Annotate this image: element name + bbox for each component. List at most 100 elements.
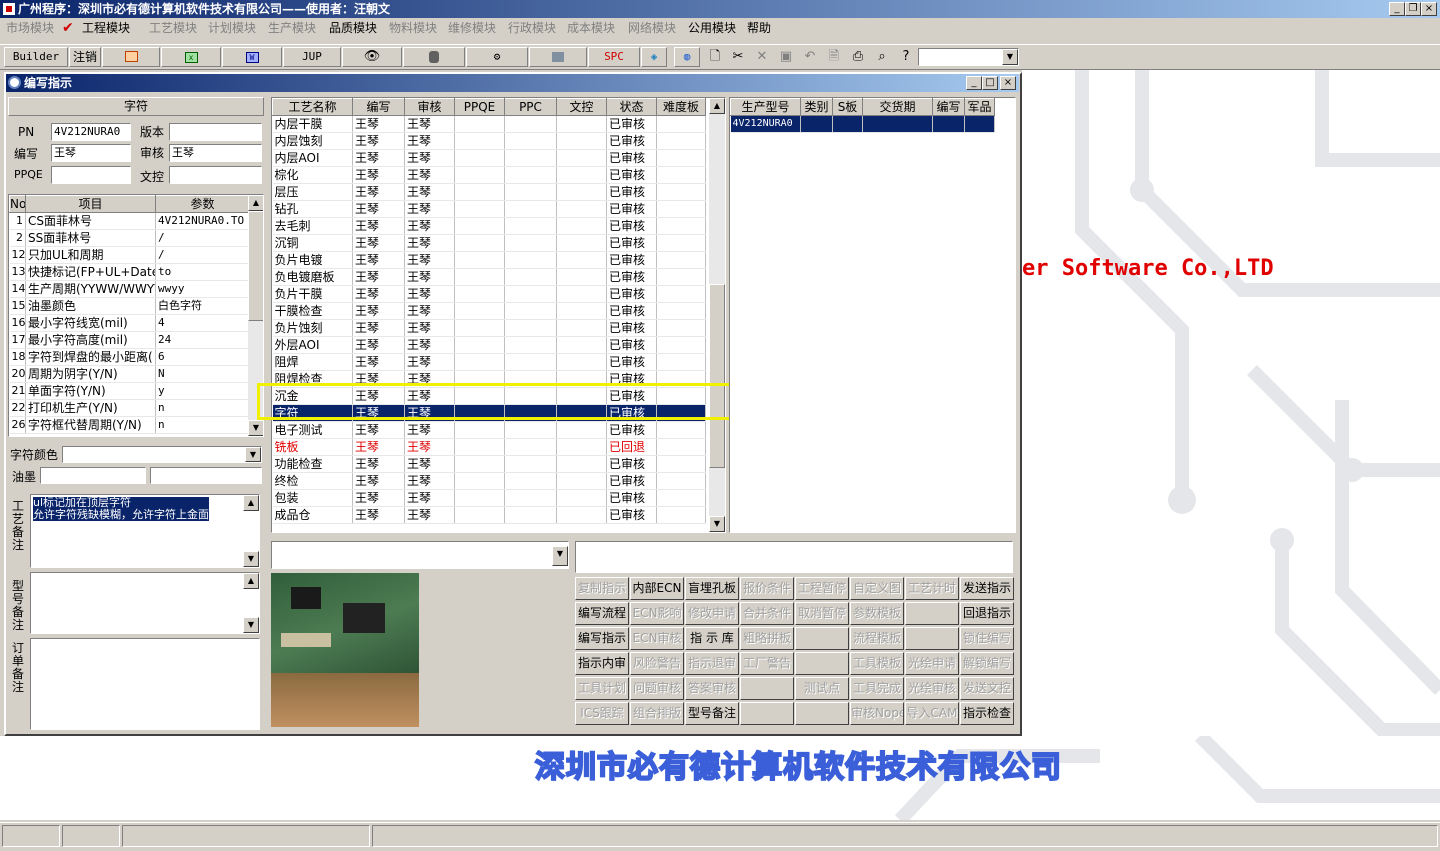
table-row[interactable]: 18 字符到焊盘的最小距离(6 <box>9 348 250 366</box>
doc-control-field[interactable] <box>169 166 262 184</box>
menu-item-9[interactable]: 成本模块 <box>567 18 615 38</box>
action-button-0-5[interactable]: 自定义图 <box>850 577 904 600</box>
note-scroll-up-icon[interactable]: ▲ <box>243 495 259 511</box>
table-row[interactable]: 包装 王琴 王琴 已审核 <box>272 489 706 507</box>
child-minimize-icon[interactable]: _ <box>966 76 982 90</box>
table-row[interactable]: 成品仓 王琴 王琴 已审核 <box>272 506 706 524</box>
params-grid[interactable]: No 项目 参数 1 CS面菲林号 4V212NURA0.TO 2 SS面菲林号/12 只加U… <box>8 194 264 437</box>
action-button-3-5[interactable]: 工具模板 <box>850 652 904 675</box>
action-button-1-1[interactable]: ECN影响 <box>630 602 684 625</box>
models-header-2[interactable]: S板 <box>832 98 863 116</box>
steps-header-1[interactable]: 编写 <box>352 98 405 116</box>
action-button-1-5[interactable]: 参数模板 <box>850 602 904 625</box>
print-server-button[interactable] <box>529 47 587 67</box>
models-header-4[interactable]: 编写 <box>932 98 965 116</box>
action-button-3-4[interactable] <box>795 652 849 675</box>
models-header-5[interactable]: 军品 <box>964 98 995 116</box>
action-button-0-6[interactable]: 工艺计时 <box>905 577 959 600</box>
table-row[interactable]: 15 油墨颜色 白色字符 <box>9 297 250 315</box>
action-button-0-2[interactable]: 盲埋孔板 <box>685 577 739 600</box>
table-row[interactable]: 26 字符框代替周期(Y/N) n <box>9 416 250 434</box>
table-row[interactable]: 钻孔 王琴 王琴 已审核 <box>272 200 706 218</box>
bottom-combo-dropdown-icon[interactable]: ▼ <box>552 546 568 566</box>
help-icon[interactable]: ? <box>897 48 915 66</box>
save-icon[interactable]: ▣ <box>777 48 795 66</box>
action-button-2-0[interactable]: 编写指示 <box>575 627 629 650</box>
steps-header-5[interactable]: 文控 <box>556 98 607 116</box>
menu-item-7[interactable]: 维修模块 <box>448 18 496 38</box>
table-row[interactable]: 内层蚀刻 王琴 王琴 已审核 <box>272 132 706 150</box>
action-button-2-2[interactable]: 指 示 库 <box>685 627 739 650</box>
combo-dropdown-icon[interactable]: ▼ <box>1002 49 1018 65</box>
menu-item-2[interactable]: 工艺模块 <box>149 18 197 38</box>
action-button-3-6[interactable]: 光绘申请 <box>905 652 959 675</box>
menu-item-11[interactable]: 公用模块 <box>688 18 736 38</box>
process-note-textarea[interactable]: ul标记加在顶层字符 允许字符残缺模糊，允许字符上金面 ▲ ▼ <box>30 494 260 568</box>
action-button-0-7[interactable]: 发送指示 <box>960 577 1014 600</box>
steps-header-0[interactable]: 工艺名称 <box>272 98 353 116</box>
models-header-0[interactable]: 生产型号 <box>730 98 801 116</box>
table-row[interactable]: 层压 王琴 王琴 已审核 <box>272 183 706 201</box>
action-button-3-0[interactable]: 指示内审 <box>575 652 629 675</box>
action-button-2-4[interactable] <box>795 627 849 650</box>
builder-button[interactable]: Builder <box>4 47 68 67</box>
info-field[interactable] <box>575 541 1013 573</box>
scroll-thumb[interactable] <box>248 211 263 321</box>
action-button-2-5[interactable]: 流程模板 <box>850 627 904 650</box>
action-button-0-1[interactable]: 内部ECN <box>630 577 684 600</box>
table-row[interactable]: 负片蚀刻 王琴 王琴 已审核 <box>272 319 706 337</box>
menu-item-12[interactable]: 帮助 <box>747 18 771 38</box>
action-button-4-4[interactable]: 测试点 <box>795 677 849 700</box>
spc-button[interactable]: SPC <box>588 47 640 67</box>
table-row[interactable]: 负片干膜 王琴 王琴 已审核 <box>272 285 706 303</box>
action-button-3-1[interactable]: 风险警告 <box>630 652 684 675</box>
table-row[interactable]: 去毛刺 王琴 王琴 已审核 <box>272 217 706 235</box>
model-scroll-down-icon[interactable]: ▼ <box>243 617 259 633</box>
action-button-4-2[interactable]: 答案审核 <box>685 677 739 700</box>
child-close-icon[interactable]: × <box>1000 76 1016 90</box>
steps-header-3[interactable]: PPQE <box>454 98 505 116</box>
table-row[interactable]: 内层AOI 王琴 王琴 已审核 <box>272 149 706 167</box>
action-button-0-4[interactable]: 工程暂停 <box>795 577 849 600</box>
model-scroll-up-icon[interactable]: ▲ <box>243 573 259 589</box>
action-button-2-3[interactable]: 粗略拼板 <box>740 627 794 650</box>
table-row[interactable]: 沉铜 王琴 王琴 已审核 <box>272 234 706 252</box>
ppqe-field[interactable] <box>51 166 131 184</box>
menu-item-10[interactable]: 网络模块 <box>628 18 676 38</box>
child-maximize-icon[interactable]: □ <box>982 76 998 90</box>
action-button-0-3[interactable]: 报价条件 <box>740 577 794 600</box>
steps-scroll-up-icon[interactable]: ▲ <box>709 98 725 114</box>
params-header-0[interactable]: No <box>9 195 26 213</box>
eye-button[interactable]: 👁 <box>342 47 402 67</box>
action-button-4-5[interactable]: 工具完成 <box>850 677 904 700</box>
steps-header-4[interactable]: PPC <box>504 98 557 116</box>
note-scroll-down-icon[interactable]: ▼ <box>243 551 259 567</box>
table-row[interactable]: 13快捷标记(FP+UL+DateCoto <box>9 263 250 281</box>
word-button[interactable]: W <box>222 47 282 67</box>
bottom-combo[interactable] <box>271 541 569 569</box>
action-button-1-3[interactable]: 合并条件 <box>740 602 794 625</box>
models-header-1[interactable]: 类别 <box>800 98 833 116</box>
action-button-2-6[interactable] <box>905 627 959 650</box>
pn-field[interactable]: 4V212NURA0 <box>51 123 131 141</box>
table-row[interactable]: 功能检查 王琴 王琴 已审核 <box>272 455 706 473</box>
table-row[interactable]: 干膜检查 王琴 王琴 已审核 <box>272 302 706 320</box>
model-note-textarea[interactable]: ▲ ▼ <box>30 572 260 634</box>
menu-item-4[interactable]: 生产模块 <box>268 18 316 38</box>
menu-item-3[interactable]: 计划模块 <box>208 18 256 38</box>
table-row[interactable]: 1 CS面菲林号 4V212NURA0.TO <box>9 212 250 230</box>
action-button-0-0[interactable]: 复制指示 <box>575 577 629 600</box>
table-row[interactable]: 负电镀磨板 王琴 王琴 已审核 <box>272 268 706 286</box>
table-row[interactable]: 20 周期为阴字(Y/N) N <box>9 365 250 383</box>
preview-icon[interactable]: 🗎 <box>825 48 843 66</box>
close-icon[interactable]: × <box>1421 2 1437 16</box>
action-button-1-7[interactable]: 回退指示 <box>960 602 1014 625</box>
action-button-5-2[interactable]: 型号备注 <box>685 702 739 725</box>
table-row[interactable]: 2 SS面菲林号 / <box>9 229 250 247</box>
jup-button[interactable]: JUP <box>283 47 341 67</box>
table-row[interactable]: 12 只加UL和周期 / <box>9 246 250 264</box>
order-note-textarea[interactable] <box>30 638 260 730</box>
action-button-4-6[interactable]: 光绘审核 <box>905 677 959 700</box>
new-file-icon[interactable]: 🗋 <box>706 48 724 66</box>
cube-button[interactable]: ◈ <box>641 47 667 67</box>
